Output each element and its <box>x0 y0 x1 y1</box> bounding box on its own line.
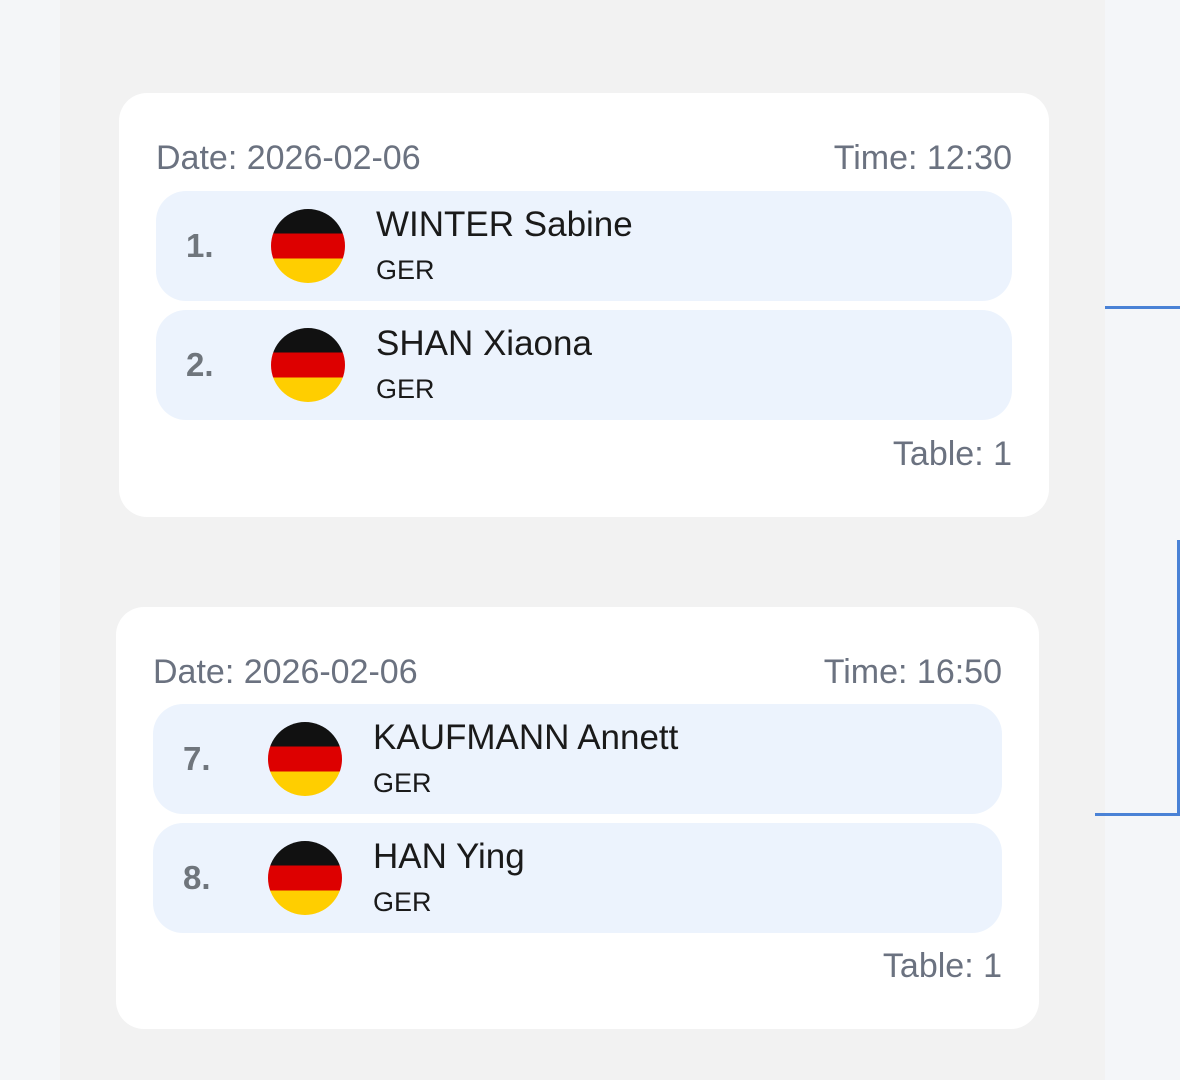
player-row[interactable]: 7. KAUFMANN Annett GER <box>153 704 1002 814</box>
player-seed: 8. <box>183 859 211 896</box>
player-row[interactable]: 1. WINTER Sabine GER <box>156 191 1012 301</box>
player-seed: 2. <box>186 346 214 383</box>
player-name[interactable]: SHAN Xiaona <box>376 324 592 364</box>
table-number: Table: 1 <box>892 435 1012 473</box>
player-name[interactable]: KAUFMANN Annett <box>373 718 678 758</box>
germany-flag-icon <box>271 328 345 402</box>
next-round-column <box>1105 0 1180 1080</box>
match-date: Date: 2026-02-06 <box>153 652 418 691</box>
match-header: Date: 2026-02-06 Time: 12:30 <box>156 138 1012 178</box>
match-time: Time: 12:30 <box>833 138 1012 177</box>
germany-flag-icon <box>268 841 342 915</box>
player-country: GER <box>373 887 432 917</box>
player-country: GER <box>376 374 435 404</box>
player-row[interactable]: 2. SHAN Xiaona GER <box>156 310 1012 420</box>
player-country: GER <box>373 768 432 798</box>
bracket-connector-top <box>1105 306 1180 309</box>
match-card[interactable]: Date: 2026-02-06 Time: 12:30 1. WINTER S… <box>119 93 1049 517</box>
player-country: GER <box>376 255 435 285</box>
match-header: Date: 2026-02-06 Time: 16:50 <box>153 652 1002 692</box>
player-row[interactable]: 8. HAN Ying GER <box>153 823 1002 933</box>
germany-flag-icon <box>271 209 345 283</box>
bracket-connector-bottom <box>1095 813 1180 816</box>
player-name[interactable]: WINTER Sabine <box>376 205 633 245</box>
player-name[interactable]: HAN Ying <box>373 837 525 877</box>
germany-flag-icon <box>268 722 342 796</box>
table-number: Table: 1 <box>882 947 1002 985</box>
player-seed: 1. <box>186 227 214 264</box>
match-time: Time: 16:50 <box>823 652 1002 691</box>
match-date: Date: 2026-02-06 <box>156 138 421 177</box>
match-card[interactable]: Date: 2026-02-06 Time: 16:50 7. KAUFMANN… <box>116 607 1039 1029</box>
player-seed: 7. <box>183 740 211 777</box>
left-margin <box>0 0 60 1080</box>
